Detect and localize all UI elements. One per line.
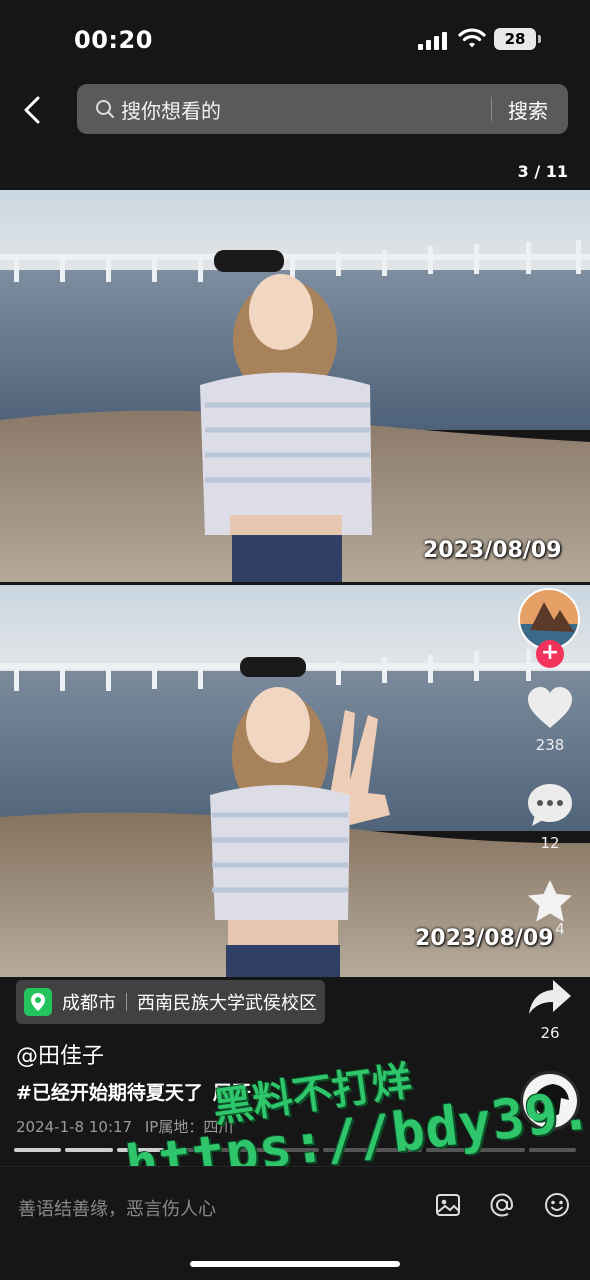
post-photo-1[interactable]: 2023/08/09 (0, 190, 590, 582)
image-icon[interactable] (434, 1191, 462, 1219)
home-indicator (190, 1261, 400, 1267)
speech-bubble-icon (528, 784, 572, 826)
location-place: 西南民族大学武侯校区 (137, 993, 317, 1014)
smiley-icon[interactable] (543, 1191, 571, 1219)
share-count: 26 (540, 1024, 560, 1042)
caption-hashtag[interactable]: #已经开始期待夏天了 (16, 1082, 203, 1104)
star-icon (528, 880, 572, 922)
follow-button[interactable]: + (536, 640, 564, 668)
post-photo-2[interactable]: 2023/08/09 (0, 585, 590, 977)
post-timestamp: 2024-1-8 10:17 (16, 1118, 133, 1136)
like-button[interactable]: 238 (514, 686, 586, 754)
map-pin-icon (24, 988, 52, 1016)
photo-1-date-stamp: 2023/08/09 (423, 538, 562, 563)
search-divider (491, 97, 492, 121)
battery-indicator: 28 (494, 28, 541, 50)
favorite-button[interactable]: 4 (514, 878, 586, 938)
image-page-counter: 3 / 11 (517, 162, 568, 181)
wifi-icon (458, 28, 486, 48)
share-arrow-icon (529, 980, 571, 1014)
heart-icon (528, 687, 572, 728)
search-bar[interactable]: 搜你想看的 搜索 (77, 84, 568, 134)
status-bar: 00:20 28 (0, 0, 590, 80)
location-separator (126, 993, 127, 1011)
search-input[interactable]: 搜你想看的 (121, 95, 221, 124)
cellular-signal-icon (418, 30, 450, 50)
progress-segment (14, 1148, 62, 1152)
share-button[interactable]: 26 (514, 978, 586, 1042)
comment-count: 12 (540, 834, 560, 852)
top-bar: 搜你想看的 搜索 (0, 84, 590, 136)
at-icon[interactable] (488, 1191, 516, 1219)
photo-2-image (0, 585, 590, 977)
comment-bar: 善语结善缘，恶言伤人心 (0, 1166, 590, 1280)
status-time: 00:20 (74, 26, 153, 54)
search-button[interactable]: 搜索 (508, 95, 548, 124)
location-city: 成都市 (62, 993, 116, 1014)
progress-segment (528, 1148, 576, 1152)
chevron-left-icon[interactable] (16, 92, 52, 128)
photo-1-image (0, 190, 590, 582)
comment-button[interactable]: 12 (514, 782, 586, 852)
like-count: 238 (535, 736, 565, 754)
location-tag[interactable]: 成都市 西南民族大学武侯校区 (16, 980, 325, 1024)
author-name[interactable]: @田佳子 (16, 1038, 104, 1070)
comment-input[interactable]: 善语结善缘，恶言伤人心 (18, 1195, 216, 1221)
progress-segment (65, 1148, 113, 1152)
search-icon (96, 100, 114, 118)
